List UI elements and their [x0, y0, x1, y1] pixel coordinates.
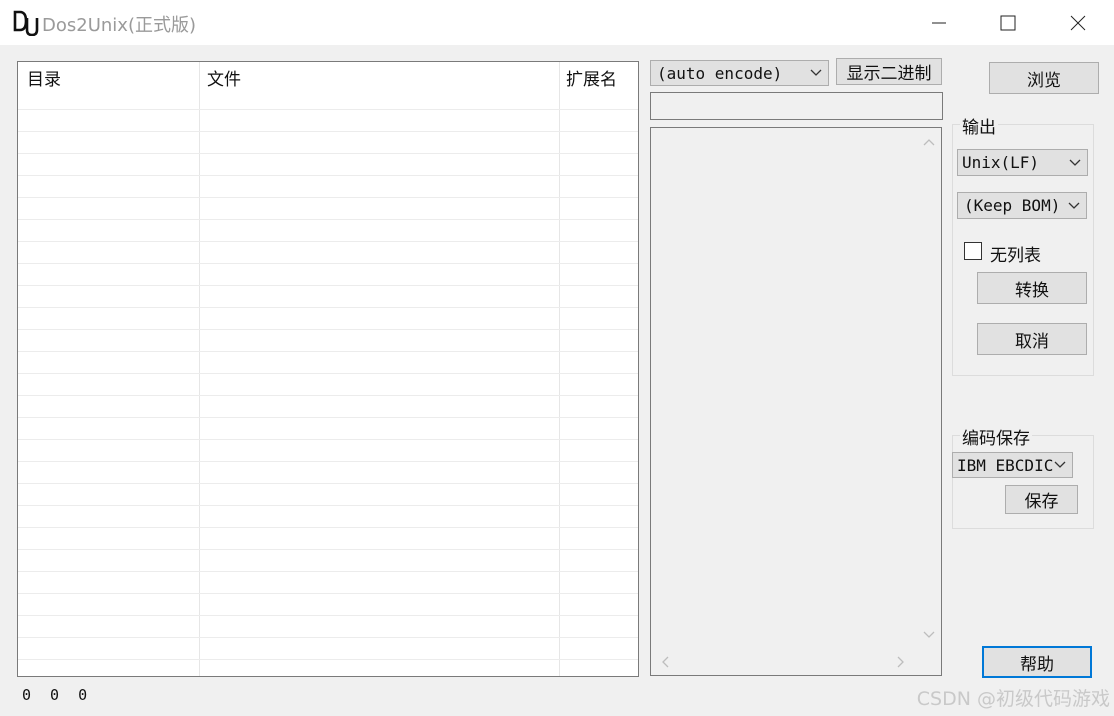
encode-save-group-label: 编码保存: [960, 424, 1032, 449]
close-button[interactable]: [1043, 0, 1113, 45]
maximize-button[interactable]: [973, 0, 1043, 45]
chevron-down-icon: [1068, 202, 1080, 209]
maximize-icon: [1000, 15, 1016, 30]
chevron-down-icon: [810, 69, 822, 76]
cancel-button[interactable]: 取消: [977, 323, 1087, 355]
column-header-extension[interactable]: 扩展名: [566, 65, 617, 90]
browse-button[interactable]: 浏览: [989, 62, 1099, 94]
list-gridline: [18, 659, 638, 660]
minimize-icon: [932, 22, 946, 23]
file-list[interactable]: 目录 文件 扩展名: [17, 61, 639, 677]
watermark-text: CSDN @初级代码游戏: [916, 688, 1110, 710]
list-gridline: [18, 109, 638, 110]
scroll-down-icon[interactable]: [923, 631, 935, 639]
encoding-select-value: (auto encode): [657, 64, 783, 83]
list-gridline: [18, 417, 638, 418]
window-title: Dos2Unix(正式版): [42, 15, 196, 36]
scroll-left-icon[interactable]: [661, 656, 669, 668]
show-binary-button[interactable]: 显示二进制: [836, 58, 942, 85]
list-gridline: [18, 549, 638, 550]
bom-select-value: (Keep BOM): [964, 196, 1061, 215]
list-gridline: [18, 395, 638, 396]
encoding-select[interactable]: (auto encode): [650, 60, 829, 86]
line-ending-select[interactable]: Unix(LF): [957, 149, 1088, 176]
save-encoding-select[interactable]: IBM EBCDIC: [952, 452, 1073, 478]
no-list-checkbox[interactable]: [964, 242, 982, 260]
list-gridline: [18, 153, 638, 154]
list-gridline: [18, 461, 638, 462]
list-gridline: [18, 593, 638, 594]
close-icon: [1070, 15, 1086, 30]
column-header-directory[interactable]: 目录: [27, 65, 61, 90]
convert-button[interactable]: 转换: [977, 272, 1087, 304]
list-gridline: [18, 571, 638, 572]
line-ending-value: Unix(LF): [962, 153, 1040, 172]
encode-save-group: [952, 435, 1094, 529]
chevron-down-icon: [1069, 159, 1081, 166]
list-gridline: [18, 439, 638, 440]
list-gridline: [18, 527, 638, 528]
list-gridline: [18, 483, 638, 484]
app-logo-icon: [13, 10, 39, 36]
list-gridline: [18, 131, 638, 132]
list-gridline: [18, 175, 638, 176]
status-counts: 0 0 0: [22, 686, 93, 704]
file-list-header: 目录 文件 扩展名: [18, 62, 638, 90]
list-gridline: [18, 219, 638, 220]
list-gridline: [18, 285, 638, 286]
path-field[interactable]: [650, 92, 943, 120]
column-header-file[interactable]: 文件: [207, 65, 241, 90]
list-gridline: [18, 505, 638, 506]
minimize-button[interactable]: [904, 0, 974, 45]
list-gridline: [18, 637, 638, 638]
preview-pane[interactable]: [650, 127, 942, 676]
list-gridline: [18, 241, 638, 242]
save-encoding-value: IBM EBCDIC: [957, 456, 1054, 475]
scroll-right-icon[interactable]: [897, 656, 905, 668]
output-group-label: 输出: [960, 113, 998, 138]
scroll-up-icon[interactable]: [923, 138, 935, 146]
list-gridline: [18, 615, 638, 616]
column-divider: [199, 62, 200, 676]
title-bar: Dos2Unix(正式版): [0, 0, 1114, 45]
chevron-down-icon: [1054, 461, 1066, 468]
column-divider: [559, 62, 560, 676]
bom-select[interactable]: (Keep BOM): [957, 192, 1087, 219]
list-gridline: [18, 329, 638, 330]
help-button[interactable]: 帮助: [982, 646, 1092, 678]
list-gridline: [18, 307, 638, 308]
no-list-label[interactable]: 无列表: [990, 241, 1041, 266]
list-gridline: [18, 351, 638, 352]
list-gridline: [18, 373, 638, 374]
list-gridline: [18, 197, 638, 198]
save-button[interactable]: 保存: [1005, 485, 1078, 514]
list-gridline: [18, 263, 638, 264]
